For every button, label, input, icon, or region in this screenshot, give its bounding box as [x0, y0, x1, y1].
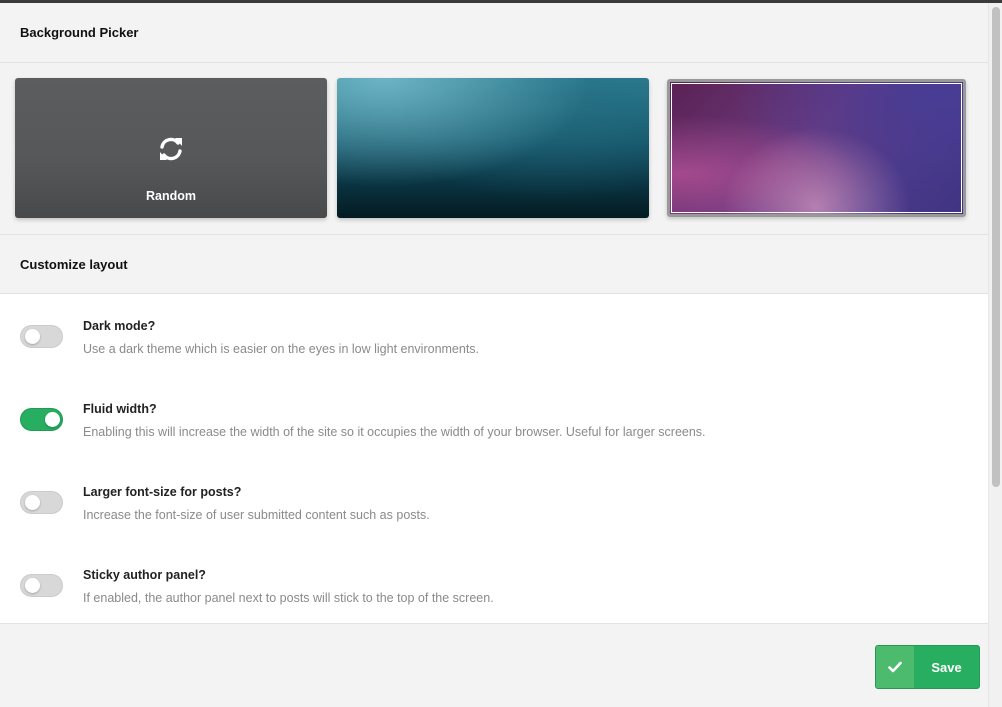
- refresh-icon: [160, 137, 182, 161]
- vertical-scrollbar[interactable]: [988, 3, 1002, 707]
- toggle-knob: [45, 412, 60, 427]
- option-fluid-width: Fluid width? Enabling this will increase…: [20, 402, 980, 452]
- larger-font-toggle[interactable]: [20, 491, 63, 514]
- toggle-knob: [25, 329, 40, 344]
- check-icon: [876, 646, 914, 688]
- toggle-knob: [25, 578, 40, 593]
- option-description: Enabling this will increase the width of…: [83, 425, 706, 439]
- option-sticky-author-panel: Sticky author panel? If enabled, the aut…: [20, 568, 980, 618]
- option-description: Use a dark theme which is easier on the …: [83, 342, 480, 356]
- background-option-random[interactable]: Random: [15, 78, 327, 218]
- option-description: If enabled, the author panel next to pos…: [83, 591, 494, 605]
- background-option-teal[interactable]: [337, 78, 649, 218]
- option-dark-mode: Dark mode? Use a dark theme which is eas…: [20, 319, 980, 369]
- customize-layout-header: Customize layout: [0, 234, 988, 294]
- settings-modal: Background Picker Random Customize layou…: [0, 3, 1002, 707]
- background-picker-title: Background Picker: [20, 25, 139, 40]
- background-picker-header: Background Picker: [0, 3, 988, 63]
- option-title: Sticky author panel?: [83, 568, 206, 582]
- fluid-width-toggle[interactable]: [20, 408, 63, 431]
- option-title: Larger font-size for posts?: [83, 485, 242, 499]
- background-option-purple-selected[interactable]: [667, 79, 966, 217]
- option-title: Fluid width?: [83, 402, 157, 416]
- save-label: Save: [931, 659, 962, 675]
- option-description: Increase the font-size of user submitted…: [83, 508, 430, 522]
- modal-footer: Save: [0, 623, 988, 707]
- option-larger-font: Larger font-size for posts? Increase the…: [20, 485, 980, 535]
- save-button[interactable]: Save: [875, 645, 980, 689]
- random-label: Random: [146, 189, 196, 203]
- dark-mode-toggle[interactable]: [20, 325, 63, 348]
- customize-layout-title: Customize layout: [20, 256, 128, 272]
- scrollbar-thumb[interactable]: [992, 7, 1000, 487]
- toggle-knob: [25, 495, 40, 510]
- option-title: Dark mode?: [83, 319, 156, 333]
- sticky-author-toggle[interactable]: [20, 574, 63, 597]
